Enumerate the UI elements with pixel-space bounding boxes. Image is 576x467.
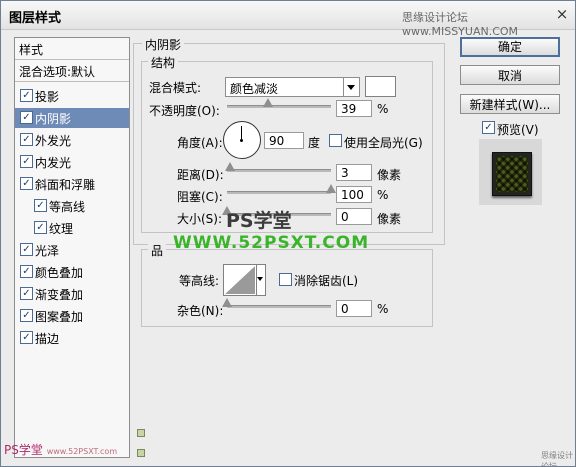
overlay-brand: PS学堂 [226,210,292,232]
style-item-texture[interactable]: ✓ 纹理 [15,218,129,238]
layer-style-dialog: 图层样式 思缘设计论坛 www.MISSYUAN.COM × 样式 混合选项:默… [0,0,576,467]
checkbox-stroke[interactable]: ✓ [20,331,33,344]
blend-mode-label: 混合模式: [149,81,202,95]
opacity-label: 不透明度(O): [149,104,220,118]
style-preview-texture [496,156,528,192]
distance-unit: 像素 [377,168,402,182]
angle-dial[interactable] [223,121,261,159]
watermark-site: 思缘设计论坛 [402,11,468,24]
close-icon[interactable]: × [553,5,571,23]
choke-unit: % [377,188,389,202]
chevron-down-icon [343,78,359,96]
distance-input[interactable]: 3 [336,164,372,181]
global-light-label: 使用全局光(G) [344,136,423,150]
preview-checkbox[interactable]: ✓ [482,121,495,134]
anti-alias-label: 消除锯齿(L) [294,274,359,288]
shadow-color-swatch[interactable] [365,76,396,97]
checkbox-inner-glow[interactable]: ✓ [20,155,33,168]
distance-label: 距离(D): [177,168,224,182]
angle-dial-needle [241,126,242,140]
dialog-title: 图层样式 [9,11,62,26]
angle-input[interactable]: 90 [264,132,304,149]
noise-slider[interactable] [227,305,331,308]
anti-alias-checkbox[interactable] [279,273,292,286]
style-preview [479,139,542,205]
choke-slider-handle[interactable] [326,184,336,193]
opacity-slider[interactable] [227,105,331,108]
angle-label: 角度(A): [177,136,223,150]
overlay-url: WWW.52PSXT.COM [173,233,370,253]
style-item-inner-glow[interactable]: ✓ 内发光 [15,152,129,172]
style-item-stroke[interactable]: ✓ 描边 [15,328,129,348]
title-bar: 图层样式 思缘设计论坛 www.MISSYUAN.COM × [1,1,575,38]
checkbox-contour[interactable]: ✓ [34,199,47,212]
inner-shadow-title: 内阴影 [142,36,185,53]
contour-label: 等高线: [179,274,220,288]
cancel-button[interactable]: 取消 [460,65,560,85]
checkbox-satin[interactable]: ✓ [20,243,33,256]
distance-slider-handle[interactable] [225,162,236,171]
noise-unit: % [377,302,389,316]
size-label: 大小(S): [177,212,223,226]
ok-button[interactable]: 确定 [460,37,560,57]
angle-dial-center [240,139,243,142]
checkbox-inner-shadow[interactable]: ✓ [20,111,33,124]
bottom-right-watermark: 思缘设计论坛 [541,451,573,467]
blend-mode-select[interactable]: 颜色减淡 [225,77,360,97]
style-item-color-overlay[interactable]: ✓ 颜色叠加 [15,262,129,282]
style-item-inner-shadow[interactable]: ✓ 内阴影 [15,108,129,128]
corner-grip-icon [137,449,145,457]
opacity-input[interactable]: 39 [336,100,372,117]
corner-grip-icon [137,429,145,437]
preview-label: 预览(V) [497,123,539,137]
checkbox-pattern-overlay[interactable]: ✓ [20,309,33,322]
choke-input[interactable]: 100 [336,186,372,203]
new-style-button[interactable]: 新建样式(W)... [460,94,560,114]
style-item-gradient-overlay[interactable]: ✓ 渐变叠加 [15,284,129,304]
opacity-slider-handle[interactable] [262,98,273,107]
checkbox-drop-shadow[interactable]: ✓ [20,89,33,102]
opacity-unit: % [377,102,389,116]
style-item-bevel-emboss[interactable]: ✓ 斜面和浮雕 [15,174,129,194]
noise-input[interactable]: 0 [336,300,372,317]
bottom-watermark: PS学堂 www.52PSXT.com [4,443,118,457]
contour-preview-icon [225,266,255,294]
styles-list: 样式 混合选项:默认 ✓ 投影 ✓ 内阴影 ✓ 外发光 ✓ 内发光 ✓ 斜面和浮… [4,37,130,458]
choke-label: 阻塞(C): [177,190,223,204]
style-item-contour[interactable]: ✓ 等高线 [15,196,129,216]
style-preview-swatch [492,152,532,196]
checkbox-bevel-emboss[interactable]: ✓ [20,177,33,190]
checkbox-texture[interactable]: ✓ [34,221,47,234]
style-item-satin[interactable]: ✓ 光泽 [15,240,129,260]
contour-picker[interactable] [223,264,266,296]
size-input[interactable]: 0 [336,208,372,225]
structure-title: 结构 [148,54,179,71]
checkbox-color-overlay[interactable]: ✓ [20,265,33,278]
noise-label: 杂色(N): [177,304,224,318]
blend-options-item[interactable]: 混合选项:默认 [15,61,129,82]
style-item-outer-glow[interactable]: ✓ 外发光 [15,130,129,150]
angle-unit: 度 [308,136,321,150]
size-unit: 像素 [377,212,402,226]
distance-slider[interactable] [227,169,331,172]
styles-header[interactable]: 样式 [15,38,129,60]
style-item-pattern-overlay[interactable]: ✓ 图案叠加 [15,306,129,326]
checkbox-gradient-overlay[interactable]: ✓ [20,287,33,300]
checkbox-outer-glow[interactable]: ✓ [20,133,33,146]
style-item-drop-shadow[interactable]: ✓ 投影 [15,86,129,106]
watermark-top: 思缘设计论坛 www.MISSYUAN.COM [402,9,575,38]
global-light-checkbox[interactable] [329,134,342,147]
choke-slider[interactable] [227,191,331,194]
quality-title: 品 [148,242,167,259]
noise-slider-handle[interactable] [222,298,232,307]
